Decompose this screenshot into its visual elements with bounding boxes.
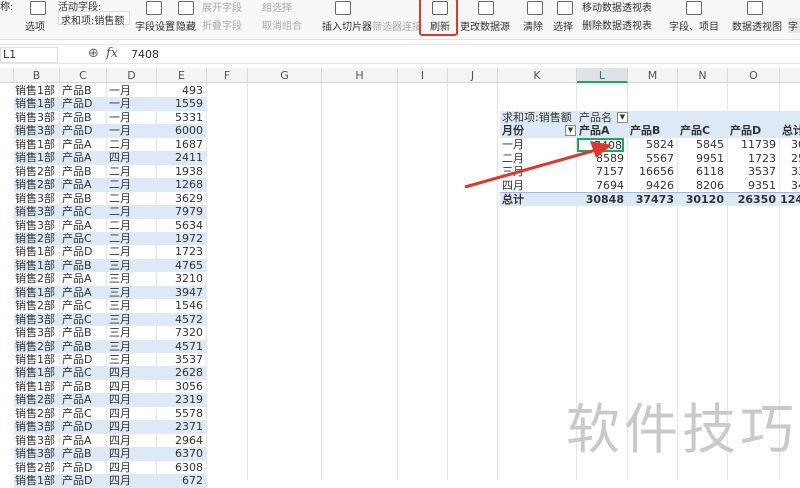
red-arrow: [464, 141, 612, 189]
